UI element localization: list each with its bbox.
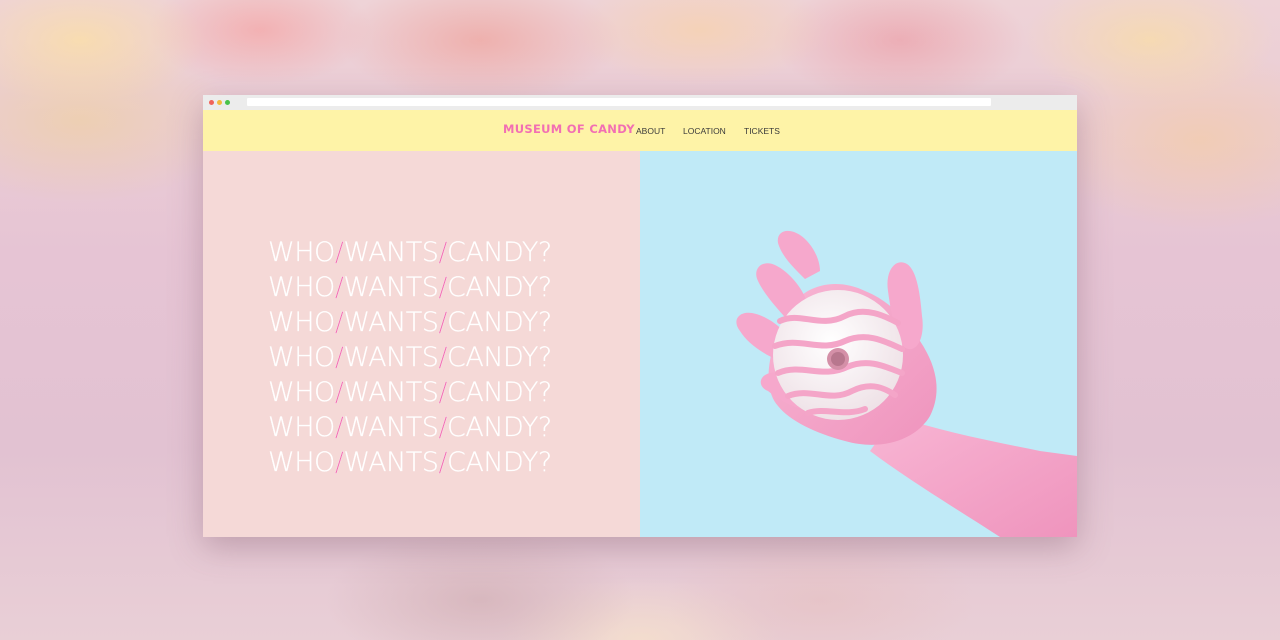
minimize-dot-icon[interactable] xyxy=(217,100,222,105)
site-logo[interactable]: MUSEUM OF CANDY xyxy=(503,122,635,136)
headline-word: CANDY? xyxy=(447,447,552,478)
headline-word: CANDY? xyxy=(447,272,552,303)
site-header: MUSEUM OF CANDY ABOUT LOCATION TICKETS xyxy=(203,110,1077,151)
nav-location[interactable]: LOCATION xyxy=(683,126,726,136)
headline-line: WHO/WANTS/CANDY? xyxy=(268,445,552,480)
headline-word: WHO xyxy=(268,377,335,408)
headline-slash: / xyxy=(438,342,448,373)
headline-word: WHO xyxy=(268,237,335,268)
close-dot-icon[interactable] xyxy=(209,100,214,105)
headline-word: WANTS xyxy=(343,377,439,408)
hero-text-panel: WHO/WANTS/CANDY? WHO/WANTS/CANDY? WHO/WANT… xyxy=(203,151,640,537)
headline-word: WHO xyxy=(268,342,335,373)
headline-word: WHO xyxy=(268,272,335,303)
headline-slash: / xyxy=(438,377,448,408)
headline-line: WHO/WANTS/CANDY? xyxy=(268,410,552,445)
headline-word: WHO xyxy=(268,412,335,443)
headline-slash: / xyxy=(438,412,448,443)
donut-hole-inner xyxy=(831,352,845,366)
headline-word: WHO xyxy=(268,307,335,338)
headline-word: CANDY? xyxy=(447,377,552,408)
browser-chrome xyxy=(203,95,1077,110)
maximize-dot-icon[interactable] xyxy=(225,100,230,105)
headline-word: CANDY? xyxy=(447,237,552,268)
headline-word: WANTS xyxy=(343,447,439,478)
headline-word: CANDY? xyxy=(447,307,552,338)
headline-word: WANTS xyxy=(343,237,439,268)
browser-window: MUSEUM OF CANDY ABOUT LOCATION TICKETS W… xyxy=(203,95,1077,537)
headline-word: CANDY? xyxy=(447,342,552,373)
headline-word: WANTS xyxy=(343,272,439,303)
headline-slash: / xyxy=(438,307,448,338)
headline-line: WHO/WANTS/CANDY? xyxy=(268,340,552,375)
headline-slash: / xyxy=(438,447,448,478)
nav-about[interactable]: ABOUT xyxy=(636,126,665,136)
hero-headline: WHO/WANTS/CANDY? WHO/WANTS/CANDY? WHO/WANT… xyxy=(268,235,552,480)
headline-line: WHO/WANTS/CANDY? xyxy=(268,305,552,340)
headline-word: WANTS xyxy=(343,342,439,373)
headline-line: WHO/WANTS/CANDY? xyxy=(268,375,552,410)
headline-line: WHO/WANTS/CANDY? xyxy=(268,270,552,305)
headline-word: WANTS xyxy=(343,307,439,338)
headline-slash: / xyxy=(438,237,448,268)
hero-image-panel xyxy=(640,151,1077,537)
headline-slash: / xyxy=(438,272,448,303)
headline-word: WANTS xyxy=(343,412,439,443)
headline-line: WHO/WANTS/CANDY? xyxy=(268,235,552,270)
headline-word: CANDY? xyxy=(447,412,552,443)
headline-word: WHO xyxy=(268,447,335,478)
nav-tickets[interactable]: TICKETS xyxy=(744,126,780,136)
address-bar[interactable] xyxy=(247,98,991,106)
glove-donut-illustration xyxy=(736,230,1077,537)
